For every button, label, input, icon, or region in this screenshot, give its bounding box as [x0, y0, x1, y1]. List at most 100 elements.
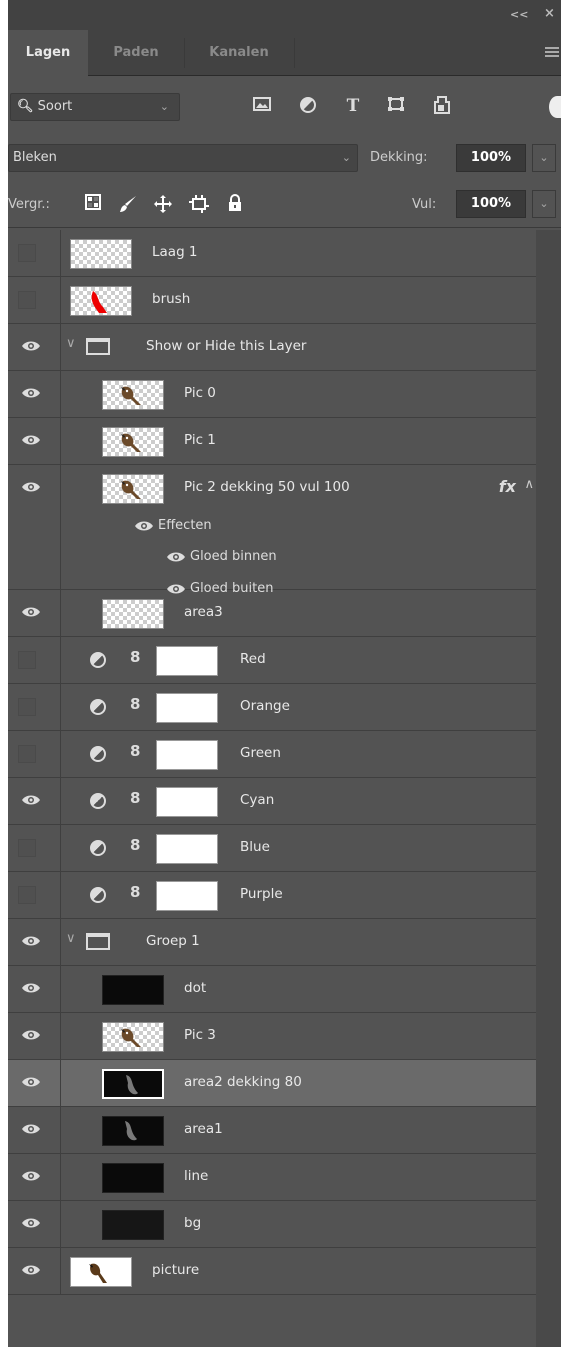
layer-name[interactable]: Laag 1 [152, 244, 198, 260]
chevron-down-icon[interactable]: ∨ [66, 931, 76, 946]
layer-name[interactable]: Pic 1 [184, 432, 216, 448]
layer-list-scrollbar[interactable] [536, 230, 561, 1347]
layer-thumbnail[interactable] [102, 1163, 164, 1193]
visibility-toggle-empty[interactable] [18, 651, 36, 669]
layer-row[interactable]: ∨ Groep 1 [8, 919, 536, 966]
mask-link-icon[interactable]: 8 [130, 789, 140, 807]
chevron-up-icon[interactable]: ∧ [524, 477, 534, 492]
layer-row[interactable]: picture [8, 1248, 536, 1295]
layer-mask-thumbnail[interactable] [156, 646, 218, 676]
layer-thumbnail[interactable] [102, 380, 164, 410]
tab-paden[interactable]: Paden [88, 30, 184, 76]
visibility-toggle-empty[interactable] [18, 698, 36, 716]
layer-row[interactable]: Pic 3 [8, 1013, 536, 1060]
effect-item[interactable]: Gloed binnen [166, 549, 277, 564]
mask-link-icon[interactable]: 8 [130, 742, 140, 760]
layer-mask-thumbnail[interactable] [156, 740, 218, 770]
visibility-eye-icon[interactable] [21, 794, 41, 806]
layer-thumbnail[interactable] [102, 1210, 164, 1240]
visibility-eye-icon[interactable] [21, 606, 41, 618]
smart-object-filter-icon[interactable] [431, 96, 453, 116]
layer-row[interactable]: brush [8, 277, 536, 324]
layer-thumbnail[interactable] [102, 1022, 164, 1052]
opacity-input[interactable]: 100% [456, 144, 526, 172]
layer-row[interactable]: 8 Purple [8, 872, 536, 919]
layer-name[interactable]: bg [184, 1215, 201, 1231]
layer-thumbnail[interactable] [102, 975, 164, 1005]
mask-link-icon[interactable]: 8 [130, 883, 140, 901]
visibility-eye-icon[interactable] [21, 1123, 41, 1135]
layer-mask-thumbnail[interactable] [156, 787, 218, 817]
layer-name[interactable]: Red [240, 651, 266, 667]
chevron-down-icon[interactable]: ∨ [66, 336, 76, 351]
mask-link-icon[interactable]: 8 [130, 695, 140, 713]
layer-row[interactable]: Pic 1 [8, 418, 536, 465]
layer-name[interactable]: Groep 1 [146, 933, 200, 949]
type-filter-icon[interactable]: T [342, 96, 364, 116]
visibility-eye-icon[interactable] [21, 982, 41, 994]
layer-row[interactable]: 8 Red [8, 637, 536, 684]
layer-name[interactable]: picture [152, 1262, 199, 1278]
lock-pixels-brush-icon[interactable] [117, 194, 139, 216]
layer-thumbnail[interactable] [102, 427, 164, 457]
fill-input[interactable]: 100% [456, 190, 526, 218]
layer-name[interactable]: Cyan [240, 792, 274, 808]
layer-name[interactable]: Blue [240, 839, 270, 855]
layer-row[interactable]: area3 [8, 590, 536, 637]
layer-thumbnail[interactable] [102, 474, 164, 504]
visibility-toggle-empty[interactable] [18, 244, 36, 262]
lock-position-move-icon[interactable] [152, 194, 174, 216]
image-filter-icon[interactable] [251, 96, 273, 116]
close-panel-button[interactable]: × [544, 6, 555, 21]
visibility-eye-icon[interactable] [21, 1029, 41, 1041]
layer-row[interactable]: 8 Cyan [8, 778, 536, 825]
layer-row[interactable]: Laag 1 [8, 230, 536, 277]
layer-effects-icon[interactable]: fx [499, 477, 516, 496]
adjustment-filter-icon[interactable] [297, 96, 319, 116]
effects-header[interactable]: Effecten [134, 518, 212, 533]
mask-link-icon[interactable]: 8 [130, 648, 140, 666]
tab-kanalen[interactable]: Kanalen [184, 30, 294, 76]
layer-row[interactable]: 8 Green [8, 731, 536, 778]
layer-thumbnail[interactable] [70, 1257, 132, 1287]
layer-name[interactable]: Pic 0 [184, 385, 216, 401]
filter-kind-select[interactable]: 🔍︎ Soort ⌄ [10, 93, 180, 121]
lock-transparency-icon[interactable] [82, 194, 104, 216]
layer-row[interactable]: area1 [8, 1107, 536, 1154]
layer-row[interactable]: area2 dekking 80 [8, 1060, 536, 1107]
layer-mask-thumbnail[interactable] [156, 881, 218, 911]
collapse-panel-button[interactable]: << [510, 8, 528, 21]
layer-thumbnail[interactable] [70, 239, 132, 269]
layer-name[interactable]: Show or Hide this Layer [146, 338, 306, 354]
visibility-toggle-empty[interactable] [18, 745, 36, 763]
layer-name[interactable]: Pic 2 dekking 50 vul 100 [184, 479, 350, 495]
layer-name[interactable]: brush [152, 291, 190, 307]
visibility-eye-icon[interactable] [166, 551, 186, 563]
layer-name[interactable]: Pic 3 [184, 1027, 216, 1043]
layer-row[interactable]: dot [8, 966, 536, 1013]
layer-name[interactable]: area2 dekking 80 [184, 1074, 302, 1090]
layer-name[interactable]: Green [240, 745, 281, 761]
layer-row[interactable]: bg [8, 1201, 536, 1248]
layer-name[interactable]: area3 [184, 604, 223, 620]
panel-menu-icon[interactable] [545, 47, 559, 59]
layer-name[interactable]: Purple [240, 886, 283, 902]
visibility-eye-icon[interactable] [21, 935, 41, 947]
visibility-eye-icon[interactable] [21, 387, 41, 399]
mask-link-icon[interactable]: 8 [130, 836, 140, 854]
layer-name[interactable]: line [184, 1168, 208, 1184]
visibility-toggle-empty[interactable] [18, 839, 36, 857]
layer-row[interactable]: line [8, 1154, 536, 1201]
opacity-dropdown-button[interactable]: ⌄ [532, 144, 556, 172]
lock-all-icon[interactable] [224, 194, 246, 216]
layer-name[interactable]: Orange [240, 698, 290, 714]
visibility-eye-icon[interactable] [21, 1076, 41, 1088]
layer-row[interactable]: 8 Blue [8, 825, 536, 872]
layer-mask-thumbnail[interactable] [156, 834, 218, 864]
visibility-eye-icon[interactable] [21, 481, 41, 493]
filter-toggle[interactable] [549, 96, 561, 118]
visibility-eye-icon[interactable] [21, 1264, 41, 1276]
visibility-eye-icon[interactable] [21, 1217, 41, 1229]
layer-thumbnail[interactable] [102, 599, 164, 629]
blend-mode-select[interactable]: Bleken ⌄ [8, 144, 358, 172]
